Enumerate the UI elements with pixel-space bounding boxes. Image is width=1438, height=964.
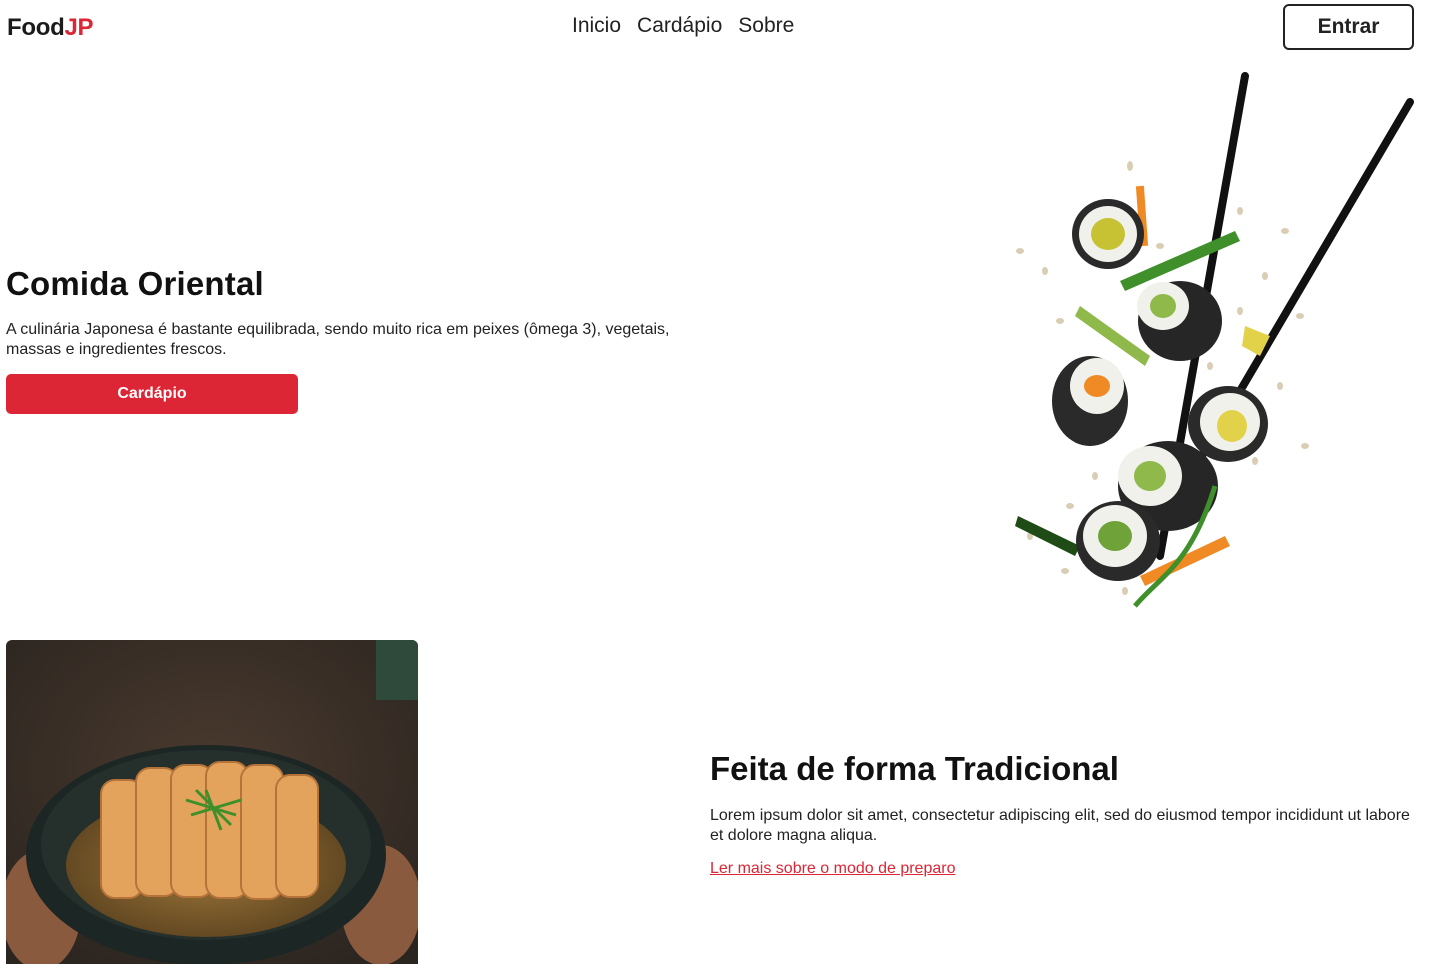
nav-sobre[interactable]: Sobre (738, 14, 794, 38)
logo[interactable]: FoodJP (7, 14, 94, 42)
landing-page: FoodJP Inicio Cardápio Sobre Entrar Comi… (0, 0, 1438, 964)
hero-title: Comida Oriental (6, 265, 264, 302)
katsu-dish-image (6, 640, 418, 964)
nav-inicio[interactable]: Inicio (572, 14, 621, 38)
nav-cardapio[interactable]: Cardápio (637, 14, 722, 38)
feature-description: Lorem ipsum dolor sit amet, consectetur … (710, 807, 1410, 844)
logo-food: Food (7, 14, 65, 41)
login-button[interactable]: Entrar (1283, 4, 1414, 50)
site-header: FoodJP Inicio Cardápio Sobre Entrar (0, 0, 1438, 56)
preparation-link[interactable]: Ler mais sobre o modo de preparo (710, 860, 955, 878)
sushi-chopsticks-image (1015, 72, 1414, 608)
feature-title: Feita de forma Tradicional (710, 750, 1119, 787)
menu-button[interactable]: Cardápio (6, 374, 298, 414)
main-nav: Inicio Cardápio Sobre (572, 14, 794, 38)
hero-description: A culinária Japonesa é bastante equilibr… (6, 321, 670, 358)
logo-jp: JP (64, 14, 94, 41)
